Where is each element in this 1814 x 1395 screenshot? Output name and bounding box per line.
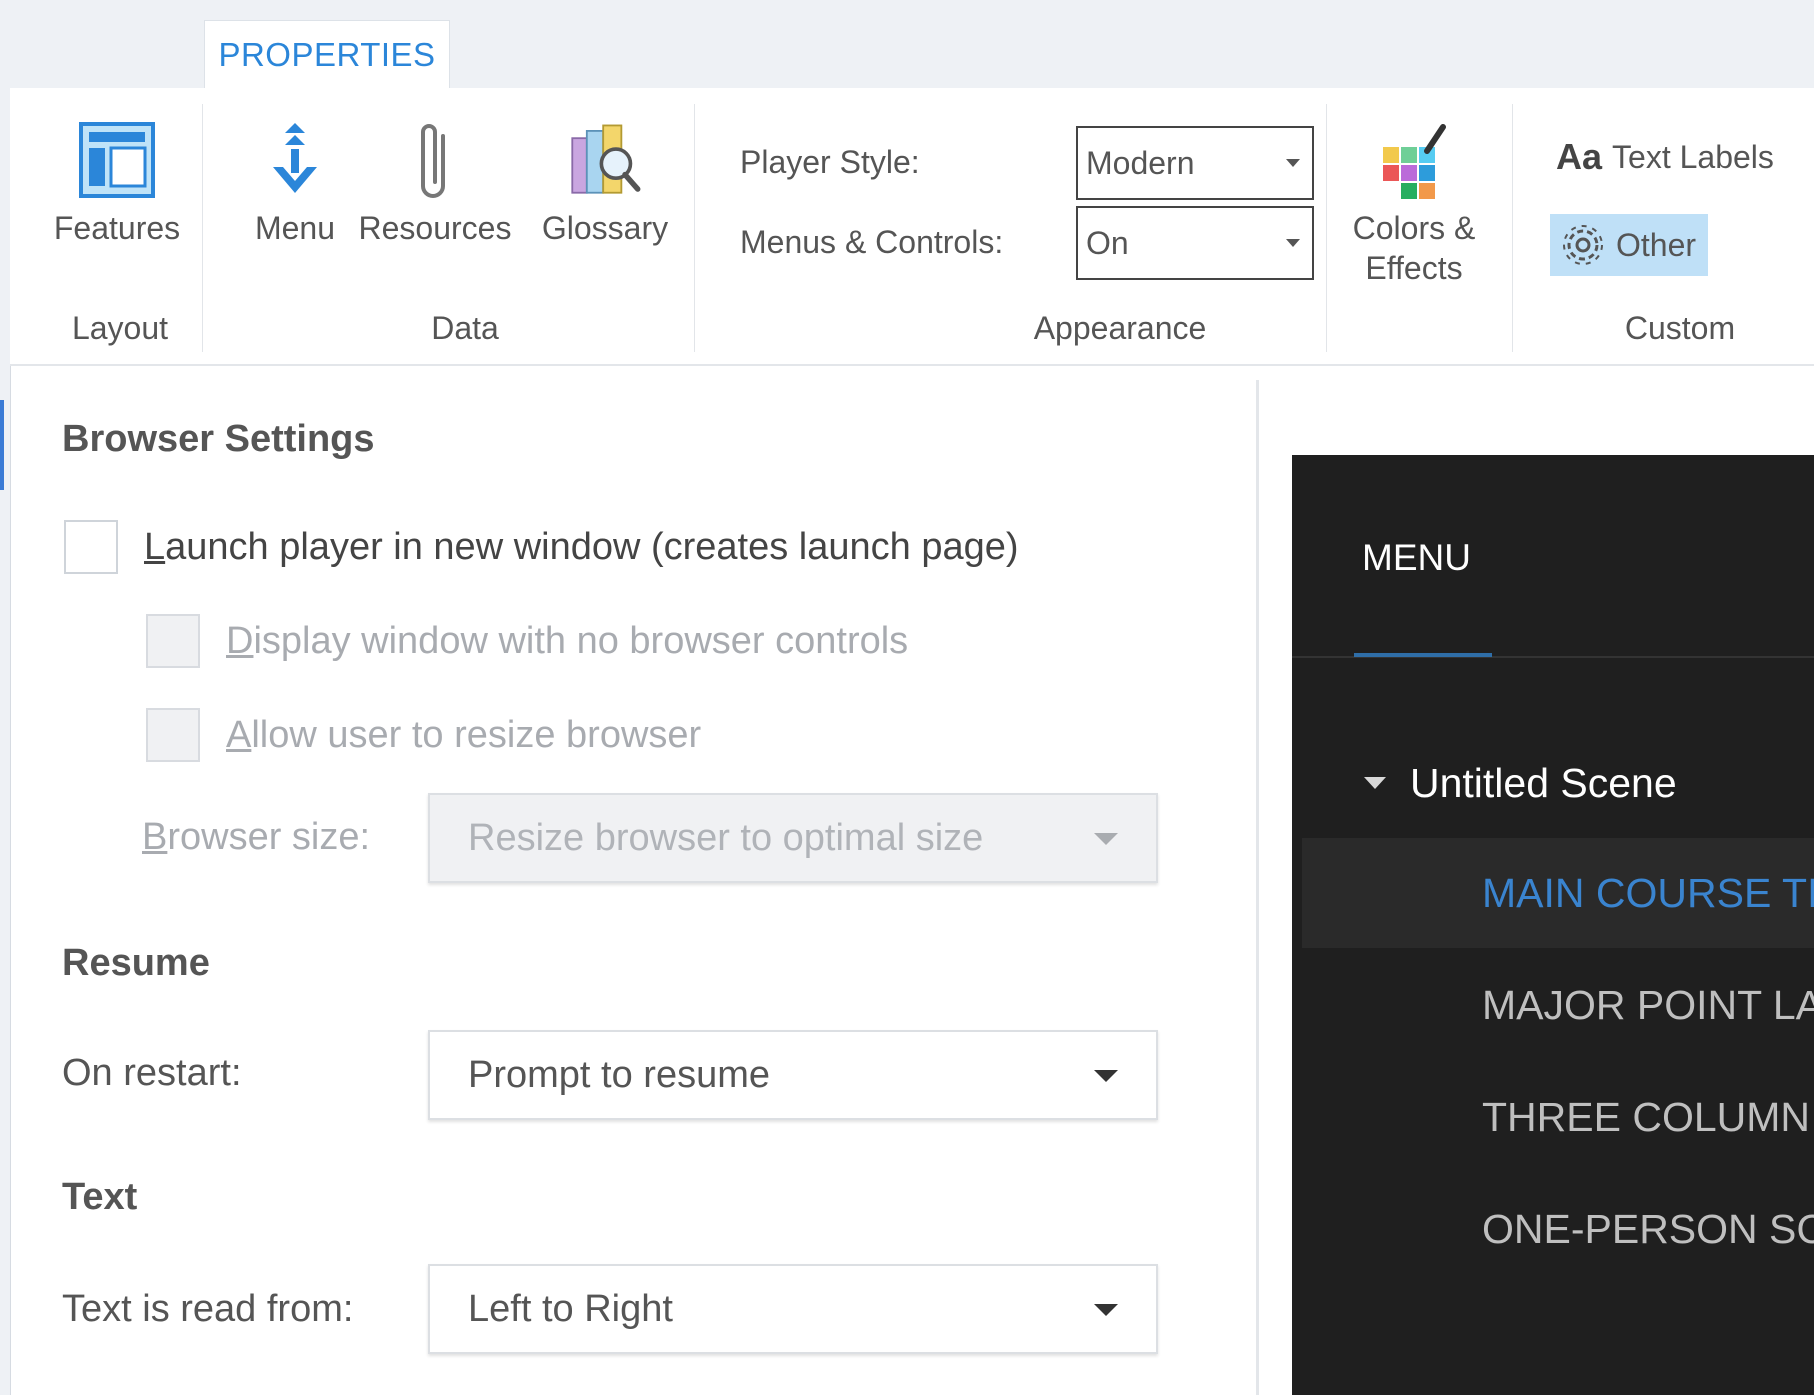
text-labels-icon: Aa — [1556, 136, 1603, 177]
on-restart-value: Prompt to resume — [468, 1053, 770, 1096]
panel-divider — [1256, 380, 1259, 1395]
on-restart-dropdown[interactable]: Prompt to resume — [428, 1030, 1158, 1120]
slide-item[interactable]: THREE COLUMN — [1302, 1062, 1814, 1172]
group-label-custom: Custom — [1624, 310, 1736, 346]
allow-resize-label: Allow user to resize browser — [226, 714, 701, 757]
label-text: rowser size: — [167, 816, 371, 858]
menu-label: Menu — [254, 210, 336, 246]
access-key: L — [144, 525, 166, 568]
features-icon — [77, 112, 157, 208]
group-label-layout: Layout — [71, 310, 169, 346]
colors-effects-label: Colors & Effects — [1353, 208, 1476, 288]
launch-new-window-label: Launch player in new window (creates lau… — [144, 526, 1019, 569]
player-style-value: Modern — [1086, 144, 1195, 181]
features-button[interactable]: Features — [42, 112, 192, 248]
group-separator — [694, 104, 695, 352]
color-palette-icon — [1374, 112, 1454, 208]
browser-settings-heading: Browser Settings — [62, 418, 375, 460]
colors-effects-button[interactable]: Colors & Effects — [1334, 112, 1494, 288]
resume-heading: Resume — [62, 942, 210, 984]
checkbox-box[interactable] — [64, 520, 118, 574]
text-heading: Text — [62, 1176, 138, 1218]
menu-arrow-icon — [255, 112, 335, 208]
glossary-button[interactable]: Glossary — [530, 112, 680, 248]
preview-menu-tab-underline — [1354, 653, 1492, 657]
slide-item[interactable]: MAJOR POINT LA — [1302, 950, 1814, 1060]
label-text: aunch player in new window (creates laun… — [165, 525, 1019, 568]
chevron-down-icon — [1094, 1304, 1118, 1316]
chevron-down-icon — [1286, 239, 1300, 247]
glossary-books-icon — [565, 112, 645, 208]
slide-title: THREE COLUMN — [1482, 1093, 1811, 1140]
preview-menu-tab[interactable]: MENU — [1362, 537, 1471, 579]
launch-new-window-checkbox[interactable]: Launch player in new window (creates lau… — [64, 520, 1019, 574]
group-separator — [1512, 104, 1513, 352]
browser-size-label: Browser size: — [142, 816, 370, 859]
menus-controls-label: Menus & Controls: — [740, 224, 1004, 260]
text-labels-button[interactable]: Aa Text Labels — [1556, 136, 1774, 178]
chevron-down-icon — [1094, 833, 1118, 845]
group-label-data: Data — [431, 310, 499, 346]
other-button[interactable]: Other — [1550, 214, 1709, 276]
glossary-label: Glossary — [541, 210, 669, 246]
ribbon: Features Layout Menu Resources Glossary … — [10, 88, 1814, 366]
no-browser-controls-label: Display window with no browser controls — [226, 620, 908, 663]
player-preview: MENU Untitled Scene MAIN COURSE TI MAJOR… — [1292, 455, 1814, 1395]
features-label: Features — [53, 210, 181, 246]
player-style-dropdown[interactable]: Modern — [1076, 126, 1314, 200]
group-separator — [202, 104, 203, 352]
checkbox-box[interactable] — [146, 614, 200, 668]
tab-properties[interactable]: PROPERTIES — [204, 20, 450, 88]
slide-title: MAIN COURSE TI — [1482, 869, 1814, 916]
text-labels-label: Text Labels — [1612, 138, 1774, 175]
chevron-down-icon — [1286, 159, 1300, 167]
scene-title: Untitled Scene — [1410, 759, 1677, 806]
on-restart-label: On restart: — [62, 1052, 242, 1094]
checkbox-box[interactable] — [146, 708, 200, 762]
scene-row[interactable]: Untitled Scene — [1292, 743, 1814, 823]
slide-title: MAJOR POINT LA — [1482, 981, 1814, 1028]
slide-title: ONE-PERSON SC — [1482, 1205, 1814, 1252]
paperclip-icon — [395, 112, 475, 208]
no-browser-controls-checkbox[interactable]: Display window with no browser controls — [146, 614, 908, 668]
player-style-label: Player Style: — [740, 144, 920, 180]
resources-label: Resources — [358, 210, 512, 246]
resources-button[interactable]: Resources — [355, 112, 515, 248]
left-edge-marker — [0, 400, 4, 490]
access-key: D — [226, 619, 254, 662]
other-label: Other — [1616, 226, 1697, 263]
chevron-down-icon — [1094, 1070, 1118, 1082]
access-key: A — [226, 713, 252, 756]
colors-effects-line1: Colors & — [1352, 210, 1476, 246]
allow-resize-checkbox[interactable]: Allow user to resize browser — [146, 708, 701, 762]
label-text: isplay window with no browser controls — [253, 619, 909, 662]
slide-item[interactable]: MAIN COURSE TI — [1302, 838, 1814, 948]
text-direction-value: Left to Right — [468, 1287, 673, 1330]
browser-size-value: Resize browser to optimal size — [468, 816, 984, 859]
label-text: llow user to resize browser — [251, 713, 702, 756]
slide-item[interactable]: ONE-PERSON SC — [1302, 1174, 1814, 1284]
browser-size-dropdown[interactable]: Resize browser to optimal size — [428, 793, 1158, 883]
menus-controls-dropdown[interactable]: On — [1076, 206, 1314, 280]
access-key: B — [142, 816, 168, 858]
text-direction-dropdown[interactable]: Left to Right — [428, 1264, 1158, 1354]
menus-controls-value: On — [1086, 224, 1129, 261]
group-label-appearance: Appearance — [1033, 310, 1207, 346]
gear-icon — [1558, 220, 1608, 270]
menu-button[interactable]: Menu — [235, 112, 355, 248]
colors-effects-line2: Effects — [1365, 250, 1463, 286]
text-direction-label: Text is read from: — [62, 1288, 354, 1330]
caret-down-icon[interactable] — [1364, 777, 1386, 789]
ribbon-tab-bar: PROPERTIES — [10, 0, 1814, 88]
